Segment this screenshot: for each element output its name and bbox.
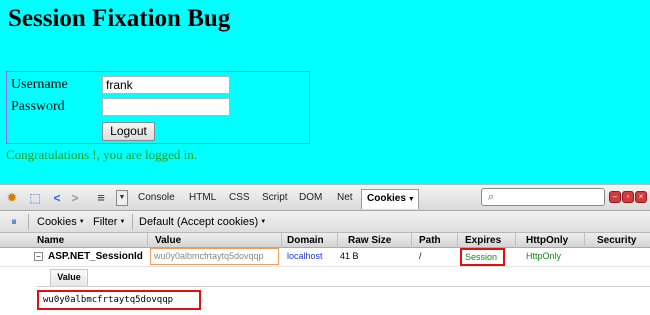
detach-window-icon[interactable]: ▫ bbox=[622, 191, 634, 203]
inspect-element-icon[interactable]: ⬚ bbox=[27, 190, 43, 206]
page-title: Session Fixation Bug bbox=[8, 5, 231, 32]
cookie-permission-label: Default (Accept cookies) bbox=[139, 216, 259, 228]
cookie-domain-cell: localhost bbox=[287, 251, 323, 261]
detail-tab-value[interactable]: Value bbox=[50, 269, 88, 286]
cookie-raw-size-cell: 41 B bbox=[340, 251, 359, 261]
break-on-cookie-icon[interactable]: ⏸ bbox=[7, 215, 21, 229]
cookie-value-cell[interactable]: wu0y0albmcfrtaytq5dovqqp bbox=[150, 248, 279, 265]
column-header-path[interactable]: Path bbox=[419, 235, 441, 246]
cookies-toolbar: ⏸ Cookies ▼ Filter ▼ Default (Accept cooki… bbox=[0, 211, 650, 233]
login-form: Username frank Password Logout bbox=[6, 71, 310, 144]
firebug-toolbar: ✹ ⬚ < > ≡ ▼ Console HTML CSS Script DOM … bbox=[0, 184, 650, 211]
column-divider bbox=[147, 233, 148, 248]
column-header-value[interactable]: Value bbox=[155, 235, 181, 246]
tab-cookies-label: Cookies bbox=[367, 193, 406, 204]
password-input[interactable] bbox=[102, 98, 230, 116]
cookie-detail-panel: Value wu0y0albmcfrtaytq5dovqqp bbox=[0, 266, 650, 315]
column-header-raw-size[interactable]: Raw Size bbox=[348, 235, 391, 246]
tab-console[interactable]: Console bbox=[138, 192, 175, 203]
detail-divider bbox=[37, 286, 650, 287]
username-input[interactable]: frank bbox=[102, 76, 230, 94]
search-icon: ⌕ bbox=[488, 191, 495, 203]
cookies-menu[interactable]: Cookies ▼ bbox=[37, 216, 85, 228]
firebug-search-input[interactable]: ⌕ bbox=[481, 188, 605, 206]
firebug-bug-icon[interactable]: ✹ bbox=[5, 190, 19, 206]
close-icon[interactable]: × bbox=[635, 191, 647, 203]
filter-menu[interactable]: Filter ▼ bbox=[93, 216, 125, 228]
cookie-httponly-cell: HttpOnly bbox=[526, 251, 562, 261]
column-divider bbox=[281, 233, 282, 248]
collapse-icon[interactable]: − bbox=[34, 252, 43, 261]
cookies-menu-label: Cookies bbox=[37, 216, 77, 228]
column-header-httponly[interactable]: HttpOnly bbox=[526, 235, 568, 246]
username-label: Username bbox=[11, 77, 68, 92]
back-arrow-icon[interactable]: < bbox=[52, 190, 62, 206]
cookie-expires-cell: Session bbox=[460, 248, 505, 266]
logout-button[interactable]: Logout bbox=[102, 122, 155, 141]
password-label: Password bbox=[11, 99, 65, 114]
minimize-icon[interactable]: – bbox=[609, 191, 621, 203]
cookie-name-cell: ASP.NET_SessionId bbox=[48, 251, 143, 262]
cookie-detail-value[interactable]: wu0y0albmcfrtaytq5dovqqp bbox=[37, 290, 201, 310]
column-divider bbox=[411, 233, 412, 248]
tab-script[interactable]: Script bbox=[262, 192, 288, 203]
column-header-domain[interactable]: Domain bbox=[287, 235, 324, 246]
tab-dom[interactable]: DOM bbox=[299, 192, 322, 203]
cookie-permission-menu[interactable]: Default (Accept cookies) ▼ bbox=[139, 216, 266, 228]
column-divider bbox=[457, 233, 458, 248]
column-divider bbox=[515, 233, 516, 248]
tab-cookies[interactable]: Cookies ▼ bbox=[361, 189, 419, 209]
forward-arrow-icon[interactable]: > bbox=[70, 190, 80, 206]
list-menu-icon[interactable]: ≡ bbox=[94, 190, 108, 206]
column-header-expires[interactable]: Expires bbox=[465, 235, 501, 246]
column-divider bbox=[337, 233, 338, 248]
chevron-down-icon: ▼ bbox=[119, 219, 126, 226]
table-row[interactable]: − ASP.NET_SessionId wu0y0albmcfrtaytq5do… bbox=[0, 248, 650, 266]
tab-net[interactable]: Net bbox=[337, 192, 353, 203]
chevron-down-icon: ▼ bbox=[78, 219, 85, 226]
tab-css[interactable]: CSS bbox=[229, 192, 250, 203]
filter-menu-label: Filter bbox=[93, 216, 118, 228]
chevron-down-icon: ▼ bbox=[407, 196, 415, 203]
web-page: Session Fixation Bug Username frank Pass… bbox=[0, 0, 650, 184]
tab-html[interactable]: HTML bbox=[189, 192, 216, 203]
column-header-security[interactable]: Security bbox=[597, 235, 636, 246]
column-header-name[interactable]: Name bbox=[37, 235, 64, 246]
column-divider bbox=[584, 233, 585, 248]
chevron-down-icon: ▼ bbox=[260, 219, 267, 226]
cookie-path-cell: / bbox=[419, 251, 422, 261]
toolbar-divider bbox=[28, 214, 29, 230]
panel-dropdown-icon[interactable]: ▼ bbox=[116, 190, 128, 206]
cookies-table-header: Name Value Domain Raw Size Path Expires … bbox=[0, 233, 650, 248]
login-success-message: Congratulations !, you are logged in. bbox=[6, 147, 197, 162]
toolbar-divider bbox=[132, 214, 133, 230]
